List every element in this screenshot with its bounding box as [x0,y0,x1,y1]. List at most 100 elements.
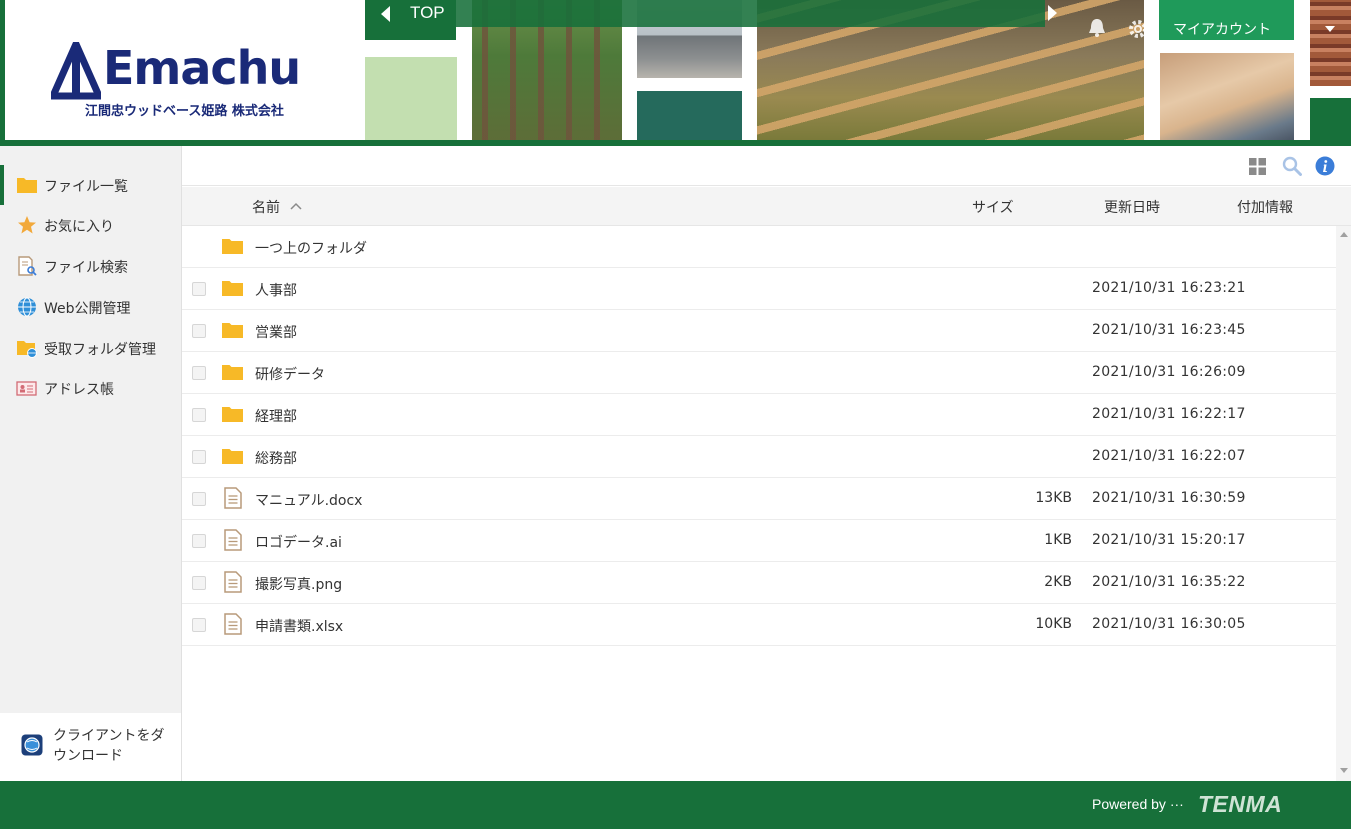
folder-icon [222,365,243,380]
sidebar-item-receive-folder[interactable]: 受取フォルダ管理 [0,328,181,368]
address-book-icon [16,381,37,396]
sidebar-item-web-publish[interactable]: Web公開管理 [0,287,181,327]
sidebar-item-file-search[interactable]: ファイル検索 [0,246,181,286]
sidebar-item-label: 受取フォルダ管理 [44,342,156,358]
table-row[interactable]: 経理部 2021/10/31 16:22:17 [182,394,1336,436]
sidebar-item-label: ファイル検索 [44,260,128,276]
file-modified: 2021/10/31 16:30:05 [1092,616,1246,632]
star-icon [18,216,36,234]
chevron-left-icon [381,6,390,22]
my-account-label: マイアカウント [1173,22,1271,38]
row-checkbox[interactable] [192,366,206,380]
row-checkbox[interactable] [192,618,206,632]
file-modified: 2021/10/31 15:20:17 [1092,532,1246,548]
woodworking-photo [1160,53,1294,140]
row-checkbox[interactable] [192,576,206,590]
sidebar-item-address-book[interactable]: アドレス帳 [0,368,181,408]
tenma-logo[interactable]: TENMA [1198,791,1282,818]
chevron-right-icon[interactable] [1048,5,1057,21]
scroll-up-arrow-icon[interactable] [1340,232,1348,237]
logo-area: Emachu 江間忠ウッドベース姫路 株式会社 [0,0,365,140]
document-icon [224,487,242,509]
row-checkbox[interactable] [192,492,206,506]
file-modified: 2021/10/31 16:22:07 [1092,448,1246,464]
table-row[interactable]: 営業部 2021/10/31 16:23:45 [182,310,1336,352]
file-name: 撮影写真.png [255,577,343,593]
vertical-scrollbar[interactable] [1336,226,1351,781]
site-header: Emachu 江間忠ウッドベース姫路 株式会社 TOP マイアカウント [0,0,1351,146]
my-account-button[interactable]: マイアカウント [1159,0,1294,40]
download-globe-icon [21,734,43,756]
decor-tile-teal [637,91,742,140]
client-download-button[interactable]: クライアントをダウンロード [0,713,181,781]
sidebar-item-label: ファイル一覧 [44,179,128,195]
company-name: 江間忠ウッドベース姫路 株式会社 [85,104,284,119]
file-modified: 2021/10/31 16:23:21 [1092,280,1246,296]
gear-icon[interactable] [1128,19,1148,39]
file-modified: 2021/10/31 16:23:45 [1092,322,1246,338]
table-row[interactable]: 人事部 2021/10/31 16:23:21 [182,268,1336,310]
sidebar-item-favorites[interactable]: お気に入り [0,205,181,245]
parent-folder-label: 一つ上のフォルダ [255,241,367,257]
table-row[interactable]: ロゴデータ.ai 1KB 2021/10/31 15:20:17 [182,520,1336,562]
parent-folder-row[interactable]: 一つ上のフォルダ [182,226,1336,268]
decor-tile-green [1310,98,1351,140]
sidebar-item-label: お気に入り [44,219,114,235]
row-checkbox[interactable] [192,324,206,338]
logo-text: Emachu [103,41,301,95]
column-header-modified[interactable]: 更新日時 [1104,197,1160,217]
lumber-photo [1310,0,1351,86]
row-checkbox[interactable] [192,408,206,422]
folder-icon [17,178,37,193]
folder-icon [222,407,243,422]
file-browser: 名前 サイズ 更新日時 付加情報 一つ上のフォルダ 人事部 2021/10/31… [182,146,1351,781]
file-name: 申請書類.xlsx [255,619,344,635]
row-checkbox[interactable] [192,282,206,296]
column-header-extra-info[interactable]: 付加情報 [1237,197,1293,217]
globe-icon [18,297,36,317]
file-name: 経理部 [255,409,297,425]
file-modified: 2021/10/31 16:22:17 [1092,406,1246,422]
sidebar: ファイル一覧 お気に入り ファイル検索 Web公開管理 受取フォルダ管理 アドレ… [0,146,182,781]
footer: Powered by ··· TENMA [0,781,1351,829]
file-size: 2KB [1044,574,1072,590]
scroll-down-arrow-icon[interactable] [1340,768,1348,773]
file-size: 1KB [1044,532,1072,548]
file-name: 人事部 [255,283,297,299]
file-name: マニュアル.docx [255,493,363,509]
table-row[interactable]: 総務部 2021/10/31 16:22:07 [182,436,1336,478]
row-checkbox[interactable] [192,534,206,548]
table-row[interactable]: 申請書類.xlsx 10KB 2021/10/31 16:30:05 [182,604,1336,646]
table-row[interactable]: マニュアル.docx 13KB 2021/10/31 16:30:59 [182,478,1336,520]
file-modified: 2021/10/31 16:26:09 [1092,364,1246,380]
file-name: 総務部 [255,451,297,467]
toolbar [182,146,1351,186]
file-modified: 2021/10/31 16:30:59 [1092,490,1246,506]
bell-icon[interactable] [1088,18,1106,38]
info-icon[interactable] [1315,156,1335,176]
file-search-icon [18,256,37,276]
file-name: 営業部 [255,325,297,341]
table-row[interactable]: 研修データ 2021/10/31 16:26:09 [182,352,1336,394]
sort-ascending-icon[interactable] [290,202,302,210]
powered-by-text: Powered by ··· [1092,796,1184,812]
document-icon [224,529,242,551]
table-row[interactable]: 撮影写真.png 2KB 2021/10/31 16:35:22 [182,562,1336,604]
folder-icon [222,281,243,296]
folder-icon [222,323,243,338]
file-modified: 2021/10/31 16:35:22 [1092,574,1246,590]
folder-icon [222,239,243,254]
top-button[interactable]: TOP [365,0,456,40]
file-size: 13KB [1035,490,1072,506]
row-checkbox[interactable] [192,450,206,464]
sidebar-item-file-list[interactable]: ファイル一覧 [0,165,181,205]
file-name: 研修データ [255,367,325,383]
sidebar-item-label: アドレス帳 [44,382,114,398]
column-header-name[interactable]: 名前 [252,197,280,217]
logo-mark-icon [51,42,101,100]
file-name: ロゴデータ.ai [255,535,342,551]
search-icon[interactable] [1282,156,1302,176]
dropdown-arrow-icon[interactable] [1325,26,1335,32]
column-header-size[interactable]: サイズ [972,197,1014,217]
grid-view-icon[interactable] [1249,158,1266,175]
